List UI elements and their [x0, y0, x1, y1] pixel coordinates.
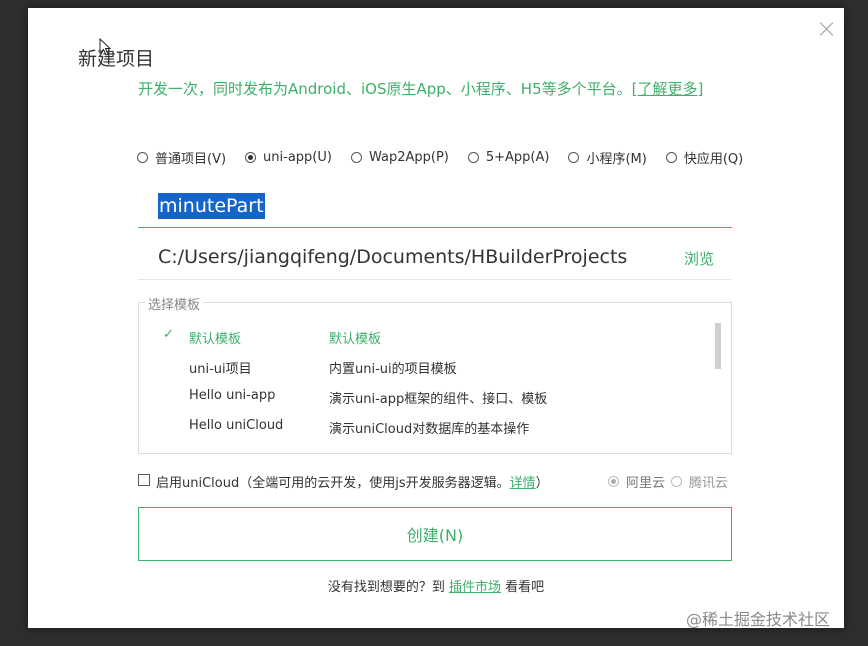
dialog-title: 新建项目 — [78, 48, 155, 70]
type-wap2app-radio[interactable]: Wap2App(P) — [350, 149, 449, 165]
template-row-hello-uniapp[interactable]: Hello uni-app 演示uni-app框架的组件、接口、模板 — [139, 383, 709, 409]
footer-text-before: 没有找到想要的？到 — [327, 580, 449, 595]
dialog-subtitle: 开发一次，同时发布为Android、iOS原生App、小程序、H5等多个平台。[… — [138, 78, 703, 99]
radio-indicator[interactable] — [671, 476, 682, 487]
provider-tencent-radio[interactable]: 腾讯云 — [671, 472, 728, 491]
check-icon: ✓ — [163, 327, 174, 342]
template-name: Hello uniCloud — [189, 418, 284, 433]
project-type-group: 普通项目(V) uni-app(U) Wap2App(P) 5+App(A) 小… — [137, 146, 743, 168]
footer-text-after: 看看吧 — [501, 580, 545, 595]
radio-indicator[interactable] — [350, 151, 362, 163]
provider-tencent-label: 腾讯云 — [689, 476, 729, 491]
learn-more-link[interactable]: [了解更多] — [632, 80, 704, 98]
type-normal-label: 普通项目(V) — [155, 151, 227, 167]
template-row-uni-ui[interactable]: uni-ui项目 内置uni-ui的项目模板 — [139, 353, 709, 379]
watermark: @稀土掘金技术社区 — [686, 610, 831, 629]
template-name: uni-ui项目 — [189, 362, 252, 377]
radio-indicator[interactable] — [568, 151, 580, 163]
plugin-market-link[interactable]: 插件市场 — [449, 580, 501, 595]
template-description: 默认模板 — [329, 332, 382, 347]
new-project-dialog: 新建项目 开发一次，同时发布为Android、iOS原生App、小程序、H5等多… — [28, 8, 844, 628]
enable-unicloud-checkbox[interactable] — [138, 474, 150, 486]
radio-indicator[interactable] — [245, 151, 257, 163]
template-name: 默认模板 — [189, 332, 242, 347]
project-location-path[interactable]: C:/Users/jiangqifeng/Documents/HBuilderP… — [158, 246, 627, 268]
template-legend: 选择模板 — [145, 294, 204, 313]
radio-indicator[interactable] — [137, 151, 148, 163]
template-list: 选择模板 ✓ 默认模板 默认模板 uni-ui项目 内置uni-ui的项目模板 … — [138, 294, 732, 454]
radio-indicator[interactable] — [665, 151, 677, 163]
project-location-field[interactable]: C:/Users/jiangqifeng/Documents/HBuilderP… — [138, 240, 732, 280]
type-quickapp-radio[interactable]: 快应用(Q) — [665, 148, 744, 167]
template-description: 内置uni-ui的项目模板 — [329, 362, 457, 377]
template-scrollbar[interactable] — [715, 323, 721, 369]
type-5plusapp-label: 5+App(A) — [485, 149, 550, 165]
mouse-cursor-icon — [99, 38, 111, 56]
close-icon[interactable] — [817, 19, 837, 39]
type-normal-radio[interactable]: 普通项目(V) — [137, 148, 226, 167]
unicloud-label-text: 启用uniCloud（全端可用的云开发，使用js开发服务器逻辑。 — [156, 476, 510, 491]
unicloud-label-end: ） — [535, 476, 549, 491]
unicloud-details-link[interactable]: 详情 — [510, 476, 536, 491]
plugin-market-hint: 没有找到想要的？到 插件市场 看看吧 — [28, 576, 844, 595]
subtitle-text: 开发一次，同时发布为Android、iOS原生App、小程序、H5等多个平台。 — [138, 80, 632, 98]
project-name-value[interactable]: minutePart — [158, 193, 265, 219]
type-wap2app-label: Wap2App(P) — [368, 149, 449, 165]
radio-indicator[interactable] — [608, 476, 619, 487]
type-quickapp-label: 快应用(Q) — [683, 151, 744, 167]
create-button[interactable]: 创建(N) — [138, 507, 732, 561]
template-row-hello-unicloud[interactable]: Hello uniCloud 演示uniCloud对数据库的基本操作 — [139, 413, 709, 439]
type-miniprogram-label: 小程序(M) — [586, 151, 647, 167]
browse-button[interactable]: 浏览 — [684, 248, 714, 269]
radio-indicator[interactable] — [467, 151, 479, 163]
unicloud-label: 启用uniCloud（全端可用的云开发，使用js开发服务器逻辑。详情） — [156, 472, 549, 491]
type-miniprogram-radio[interactable]: 小程序(M) — [568, 148, 647, 167]
template-name: Hello uni-app — [189, 388, 276, 403]
project-name-input[interactable]: minutePart — [138, 188, 732, 228]
template-row-default[interactable]: ✓ 默认模板 默认模板 — [139, 323, 709, 349]
template-description: 演示uniCloud对数据库的基本操作 — [329, 422, 530, 437]
unicloud-row: 启用uniCloud（全端可用的云开发，使用js开发服务器逻辑。详情） 阿里云 … — [138, 471, 732, 493]
type-uniapp-radio[interactable]: uni-app(U) — [245, 150, 332, 165]
type-5plusapp-radio[interactable]: 5+App(A) — [467, 149, 550, 165]
provider-aliyun-radio[interactable]: 阿里云 — [608, 472, 665, 491]
type-uniapp-label: uni-app(U) — [263, 149, 332, 165]
provider-aliyun-label: 阿里云 — [626, 476, 666, 491]
template-description: 演示uni-app框架的组件、接口、模板 — [329, 392, 548, 407]
